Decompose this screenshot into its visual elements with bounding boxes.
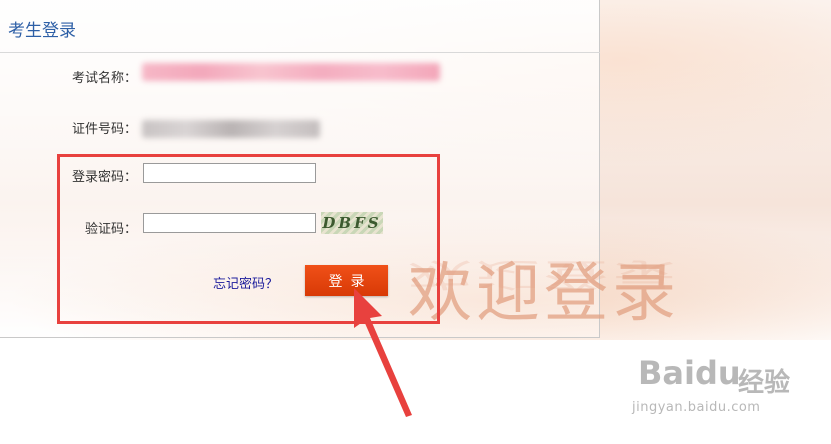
id-number-value-redacted (142, 120, 320, 138)
watermark-brand-cn: 经验 (738, 368, 791, 398)
id-number-label: 证件号码： (71, 122, 137, 137)
exam-name-value-redacted (142, 63, 440, 81)
watermark-url: jingyan.baidu.com (632, 400, 761, 415)
annotation-arrow (354, 288, 412, 417)
welcome-text-reflection: 欢迎登录 (408, 255, 680, 293)
arrow-icon (354, 288, 412, 417)
panel-title: 考生登录 (8, 21, 76, 41)
title-divider (0, 52, 600, 53)
watermark-brand: Baidu (638, 354, 741, 392)
exam-name-label: 考试名称： (71, 71, 137, 86)
baidu-jingyan-watermark: Baidu 经验 jingyan.baidu.com (628, 354, 828, 424)
